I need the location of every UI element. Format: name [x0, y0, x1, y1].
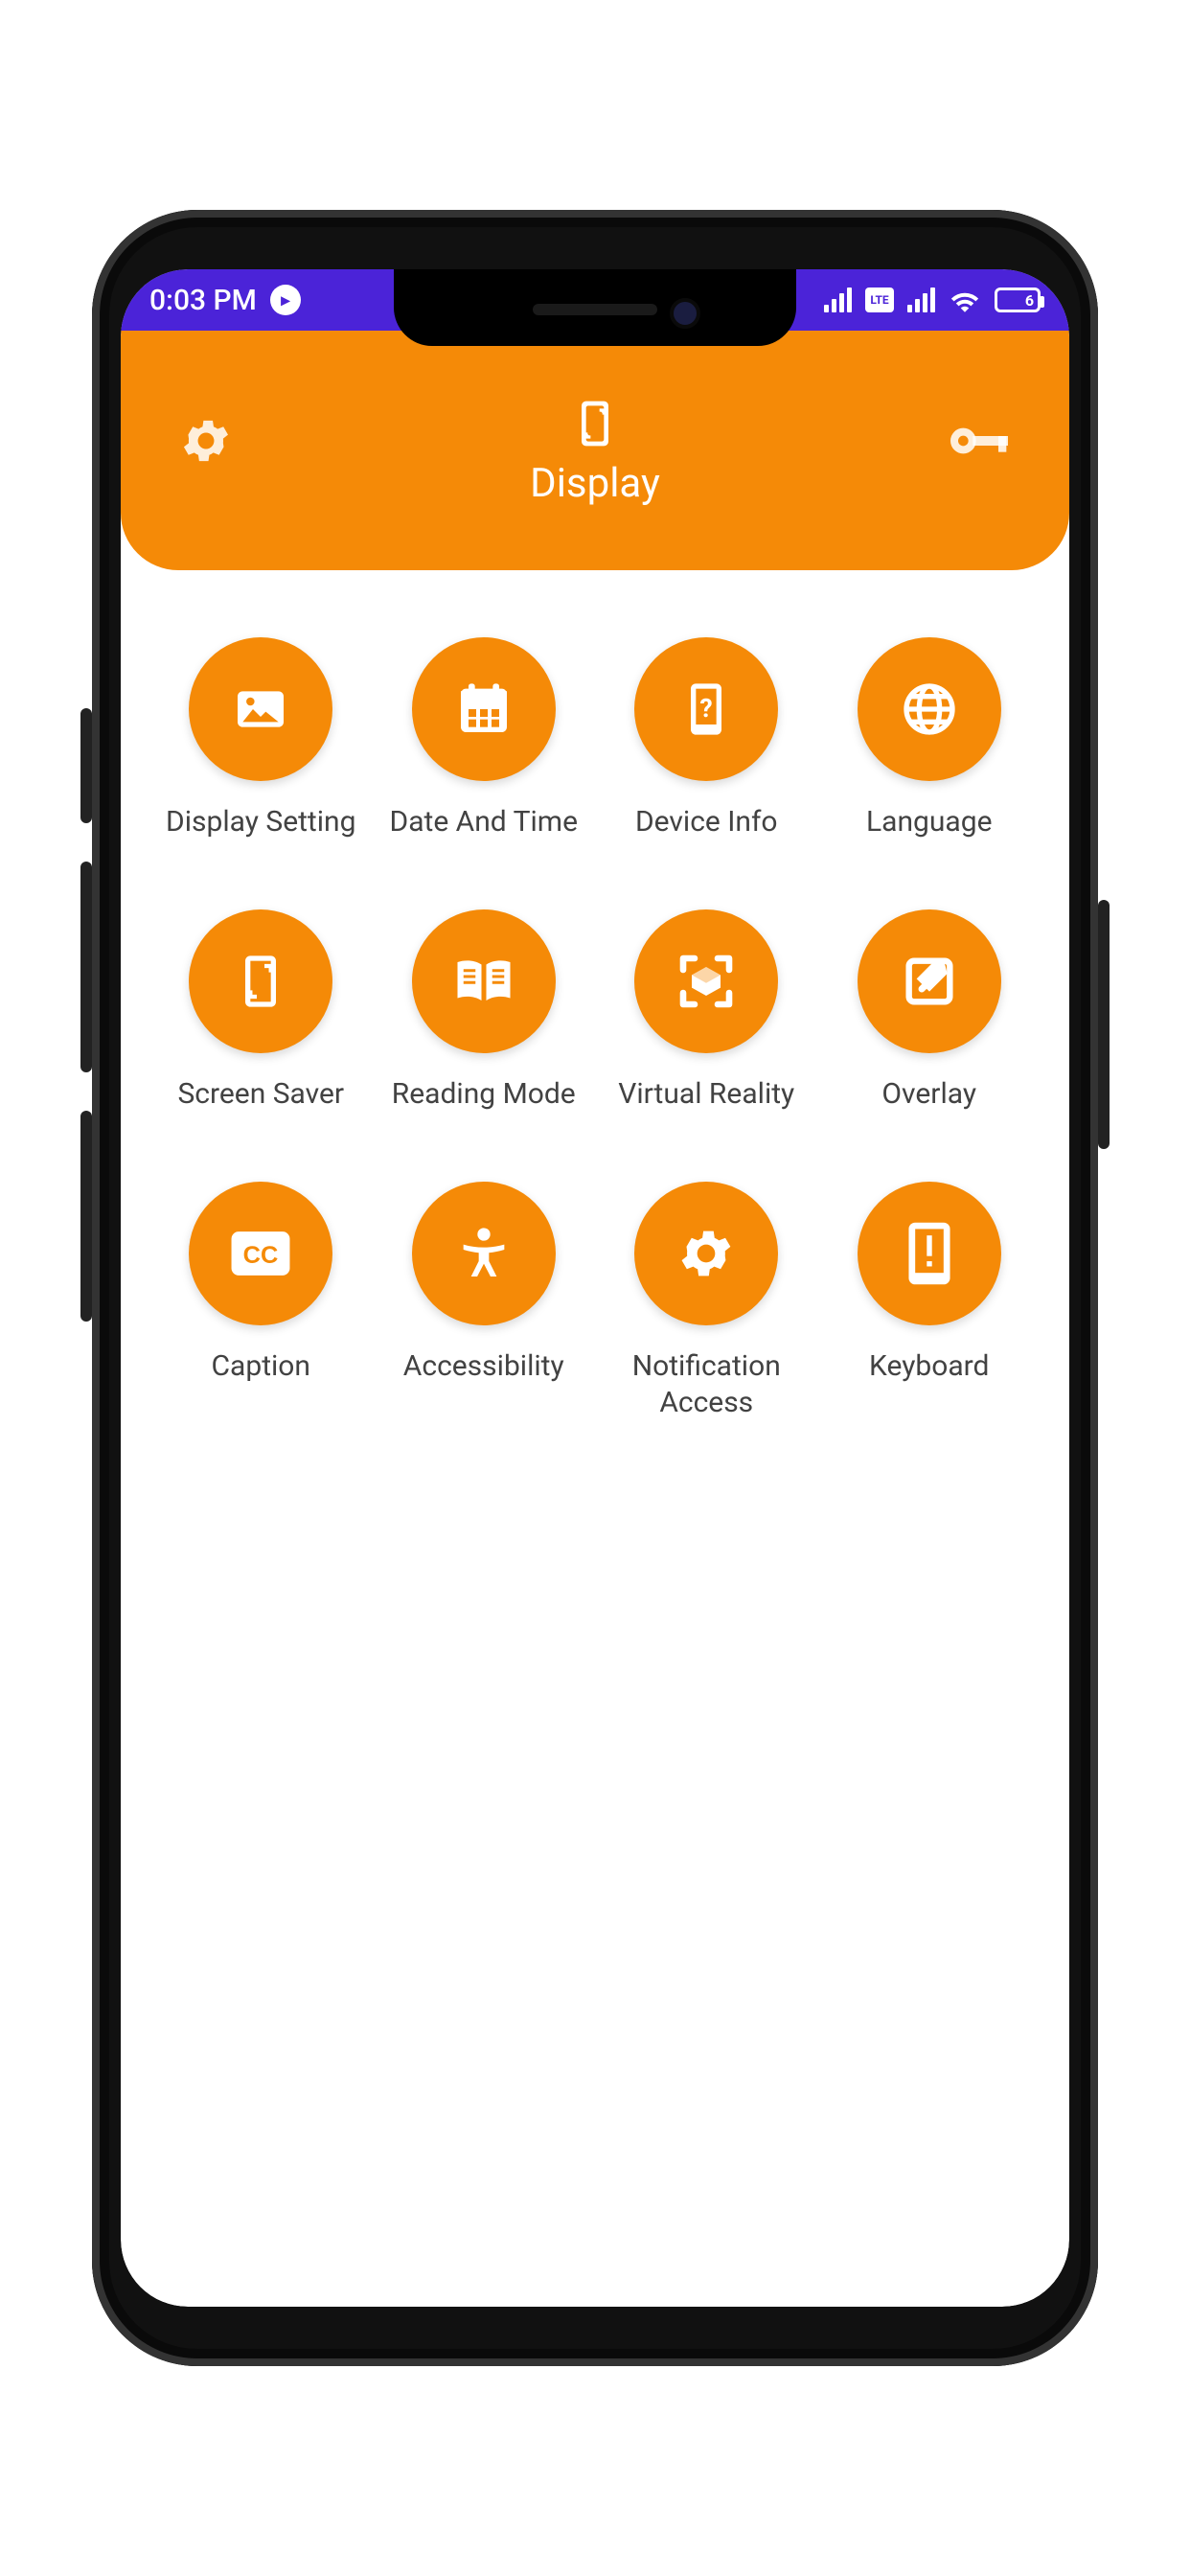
tile-keyboard[interactable]: Keyboard	[828, 1182, 1032, 1420]
globe-icon	[858, 637, 1001, 781]
accessibility-icon	[412, 1182, 556, 1325]
device-help-icon: ?	[634, 637, 778, 781]
tile-label: Notification Access	[605, 1348, 809, 1420]
volume-up-btn	[80, 708, 92, 823]
tile-caption[interactable]: CC Caption	[159, 1182, 363, 1420]
tile-label: Keyboard	[869, 1348, 989, 1385]
tile-overlay[interactable]: Overlay	[828, 909, 1032, 1113]
tile-label: Accessibility	[403, 1348, 564, 1385]
signal-icon-2	[907, 288, 935, 312]
silent-switch	[80, 1111, 92, 1322]
battery-icon: 6	[995, 288, 1041, 312]
screensaver-icon	[189, 909, 332, 1053]
gear-solid-icon	[634, 1182, 778, 1325]
overlay-icon	[858, 909, 1001, 1053]
tile-device-info[interactable]: ? Device Info	[605, 637, 809, 840]
screen: 0:03 PM ▸ LTE 6	[121, 269, 1069, 2307]
status-right: LTE 6	[824, 288, 1041, 312]
tile-accessibility[interactable]: Accessibility	[382, 1182, 586, 1420]
status-left: 0:03 PM ▸	[149, 284, 301, 317]
tile-screen-saver[interactable]: Screen Saver	[159, 909, 363, 1113]
page-title: Display	[530, 460, 660, 507]
svg-text:CC: CC	[243, 1242, 279, 1269]
notch	[394, 269, 796, 346]
tile-date-and-time[interactable]: Date And Time	[382, 637, 586, 840]
app-header: Display	[121, 331, 1069, 570]
tile-virtual-reality[interactable]: Virtual Reality	[605, 909, 809, 1113]
power-btn	[1098, 900, 1110, 1149]
tile-language[interactable]: Language	[828, 637, 1032, 840]
book-icon	[412, 909, 556, 1053]
tile-label: Date And Time	[390, 804, 579, 840]
tile-label: Virtual Reality	[618, 1076, 794, 1113]
phone-frame: 0:03 PM ▸ LTE 6	[92, 210, 1098, 2366]
image-icon	[189, 637, 332, 781]
volte-icon: LTE	[865, 288, 894, 312]
tiles-grid: Display Setting Date And Time ? Device I…	[121, 570, 1069, 1420]
vr-icon	[634, 909, 778, 1053]
tile-notification-access[interactable]: Notification Access	[605, 1182, 809, 1420]
caption-icon: CC	[189, 1182, 332, 1325]
screen-record-icon: ▸	[270, 285, 301, 315]
calendar-icon	[412, 637, 556, 781]
phone-bezel: 0:03 PM ▸ LTE 6	[121, 269, 1069, 2307]
keyboard-device-icon	[858, 1182, 1001, 1325]
svg-text:?: ?	[700, 693, 713, 724]
status-time: 0:03 PM	[149, 284, 257, 317]
tile-reading-mode[interactable]: Reading Mode	[382, 909, 586, 1113]
tile-label: Device Info	[635, 804, 778, 840]
signal-icon-1	[824, 288, 852, 312]
tile-display-setting[interactable]: Display Setting	[159, 637, 363, 840]
tile-label: Display Setting	[166, 804, 355, 840]
tile-label: Overlay	[881, 1076, 976, 1113]
wifi-icon	[949, 288, 981, 312]
volume-down-btn	[80, 862, 92, 1072]
header-center: Display	[121, 357, 1069, 545]
tile-label: Caption	[212, 1348, 310, 1385]
tile-label: Screen Saver	[177, 1076, 344, 1113]
display-icon	[568, 397, 622, 450]
tile-label: Reading Mode	[392, 1076, 576, 1113]
tile-label: Language	[866, 804, 993, 840]
